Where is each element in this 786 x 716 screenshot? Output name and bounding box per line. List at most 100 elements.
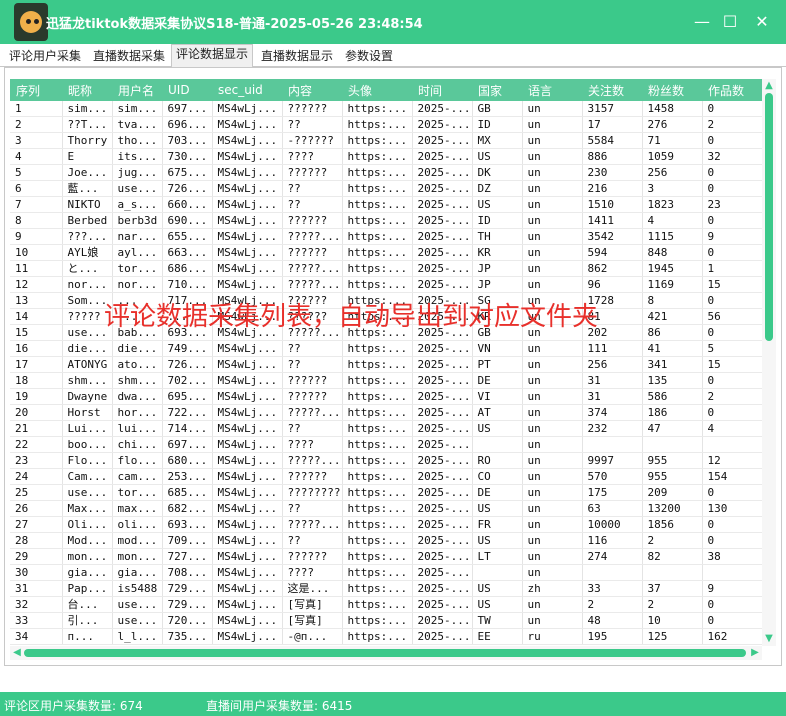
table-cell: 663... [162,244,213,261]
table-cell: 2025-... [412,612,473,629]
table-row[interactable]: 30 gia... gia... 708... MS4wLj...???? https:.… [10,564,762,581]
table-row[interactable]: 32 台... use... 729... MS4wLj... [写真] https:...… [10,596,762,613]
comment-data-grid[interactable]: 序列 昵称 用户名 UID sec_uid 内容 头像 时间 国家 语言 关注数 粉丝数 作品数 1 si… [10,79,762,646]
table-row[interactable]: 9???... nar... 655... MS4wLj...?????... http… [10,228,762,245]
table-row[interactable]: 11 と... tor... 686... MS4wLj...?????... https… [10,260,762,277]
table-cell [472,436,523,453]
table-row[interactable]: 20 Horst hor... 722... MS4wLj...?????... http… [10,404,762,421]
table-cell: 7 [10,196,63,213]
table-row[interactable]: 8 Berbed berb3d 690... MS4wLj...?????? https:… [10,212,762,229]
table-row[interactable]: 33 引... use... 720... MS4wLj... [写真] https:...… [10,612,762,629]
table-row[interactable]: 17 ATONYG ato... 726... MS4wLj...?? https:...… [10,356,762,373]
table-row[interactable]: 2 ??T... tva... 696... MS4wLj...?? https:... 2… [10,116,762,133]
column-header[interactable]: 头像 [342,79,412,101]
table-cell: 2 [702,388,762,405]
table-cell: https:... [342,148,413,165]
column-header[interactable]: 时间 [412,79,472,101]
table-cell: 21 [10,420,63,437]
scroll-up-icon[interactable]: ▲ [762,79,776,93]
table-cell: 708... [162,564,213,581]
column-header[interactable]: 作品数 [702,79,762,101]
table-cell: 30 [10,564,63,581]
table-cell [472,564,523,581]
table-cell: un [522,196,583,213]
table-row[interactable]: 18 shm... shm... 702... MS4wLj...?????? https… [10,372,762,389]
table-row[interactable]: 7 NIKTO a_s... 660... MS4wLj...?? https:... 20… [10,196,762,213]
table-cell: п... [62,628,113,645]
tab-comment-user-collect[interactable]: 评论用户采集 [4,46,86,68]
table-row[interactable]: 24 Cam... cam... 253... MS4wLj...?????? https… [10,468,762,485]
table-cell: un [522,516,583,533]
table-cell: un [522,564,583,581]
table-row[interactable]: 4 Eits... 730... MS4wLj...???? https:... 2025… [10,148,762,165]
tab-bar: 评论用户采集 直播数据采集 评论数据显示 直播数据显示 参数设置 [0,44,786,68]
table-cell: 154 [702,468,762,485]
table-cell: https:... [342,548,413,565]
table-cell: ?? [282,180,343,197]
table-cell: 13200 [642,500,703,517]
column-header[interactable]: 昵称 [62,79,112,101]
table-cell: 5 [702,340,762,357]
table-row[interactable]: 29 mon... mon... 727... MS4wLj...?????? https… [10,548,762,565]
vertical-scroll-thumb[interactable] [765,93,773,341]
column-header[interactable]: 序列 [10,79,62,101]
scroll-right-icon[interactable]: ▶ [748,646,762,660]
table-cell: DE [472,484,523,501]
table-row[interactable]: 23 Flo... flo... 680... MS4wLj...?????... htt… [10,452,762,469]
scroll-left-icon[interactable]: ◀ [10,646,24,660]
tab-live-data-display[interactable]: 直播数据显示 [256,46,338,68]
table-row[interactable]: 19 Dwayne dwa... 695... MS4wLj...?????? https… [10,388,762,405]
table-cell: un [522,148,583,165]
close-button[interactable]: ✕ [748,9,776,35]
table-cell: MS4wLj... [212,596,283,613]
table-row[interactable]: 3 Thorry tho... 703... MS4wLj... -?????? https… [10,132,762,149]
table-cell: 586 [642,388,703,405]
table-row[interactable]: 22 boo... chi... 697... MS4wLj...???? https:.… [10,436,762,453]
scroll-down-icon[interactable]: ▼ [762,632,776,646]
table-row[interactable]: 27 Oli... oli... 693... MS4wLj...?????... htt… [10,516,762,533]
table-row[interactable]: 10 AYL娘 ayl... 663... MS4wLj...?????? https:.… [10,244,762,261]
column-header[interactable]: 国家 [472,79,522,101]
table-row[interactable]: 26 Max... max... 682... MS4wLj...?? https:...… [10,500,762,517]
table-cell: US [472,596,523,613]
column-header[interactable]: sec_uid [212,79,282,101]
column-header[interactable]: 粉丝数 [642,79,702,101]
table-row[interactable]: 6 藍... use... 726... MS4wLj...?? https:... 202… [10,180,762,197]
table-cell: ?????? [282,372,343,389]
table-cell: US [472,532,523,549]
table-cell: 710... [162,276,213,293]
table-row[interactable]: 16 die... die... 749... MS4wLj...?? https:...… [10,340,762,357]
tab-live-data-collect[interactable]: 直播数据采集 [88,46,170,68]
table-cell: 848 [642,244,703,261]
table-cell: https:... [342,580,413,597]
table-cell: 232 [582,420,643,437]
vertical-scrollbar[interactable]: ▲ ▼ [762,79,776,646]
table-cell: 709... [162,532,213,549]
table-row[interactable]: 34 п... l_l... 735... MS4wLj... -@п... https:.… [10,628,762,645]
column-header[interactable]: 用户名 [112,79,162,101]
table-cell: 2025-... [412,580,473,597]
horizontal-scroll-thumb[interactable] [24,649,746,657]
horizontal-scrollbar[interactable]: ◀ ▶ [10,646,762,660]
tab-settings[interactable]: 参数设置 [340,46,398,68]
table-row[interactable]: 5 Joe... jug... 675... MS4wLj...?????? https:… [10,164,762,181]
table-cell: boo... [62,436,113,453]
column-header[interactable]: 内容 [282,79,342,101]
column-header[interactable]: 语言 [522,79,582,101]
minimize-button[interactable]: — [688,9,716,35]
table-row[interactable]: 1 sim... sim... 697... MS4wLj...?????? https:… [10,101,762,117]
table-row[interactable]: 25 use... tor... 685... MS4wLj...???????? htt… [10,484,762,501]
table-row[interactable]: 28 Mod... mod... 709... MS4wLj...?? https:...… [10,532,762,549]
column-header[interactable]: 关注数 [582,79,642,101]
table-cell: 955 [642,452,703,469]
table-cell: 9997 [582,452,643,469]
table-row[interactable]: 31 Pap... is5488 729... MS4wLj... 这是... https:… [10,580,762,597]
maximize-button[interactable]: ☐ [716,9,744,35]
table-cell: un [522,372,583,389]
table-cell: 0 [702,484,762,501]
table-row[interactable]: 21 Lui... lui... 714... MS4wLj...?? https:...… [10,420,762,437]
table-row[interactable]: 12 nor... nor... 710... MS4wLj...?????... htt… [10,276,762,293]
column-header[interactable]: UID [162,79,212,101]
table-cell: un [522,596,583,613]
tab-comment-data-display[interactable]: 评论数据显示 [171,44,254,68]
